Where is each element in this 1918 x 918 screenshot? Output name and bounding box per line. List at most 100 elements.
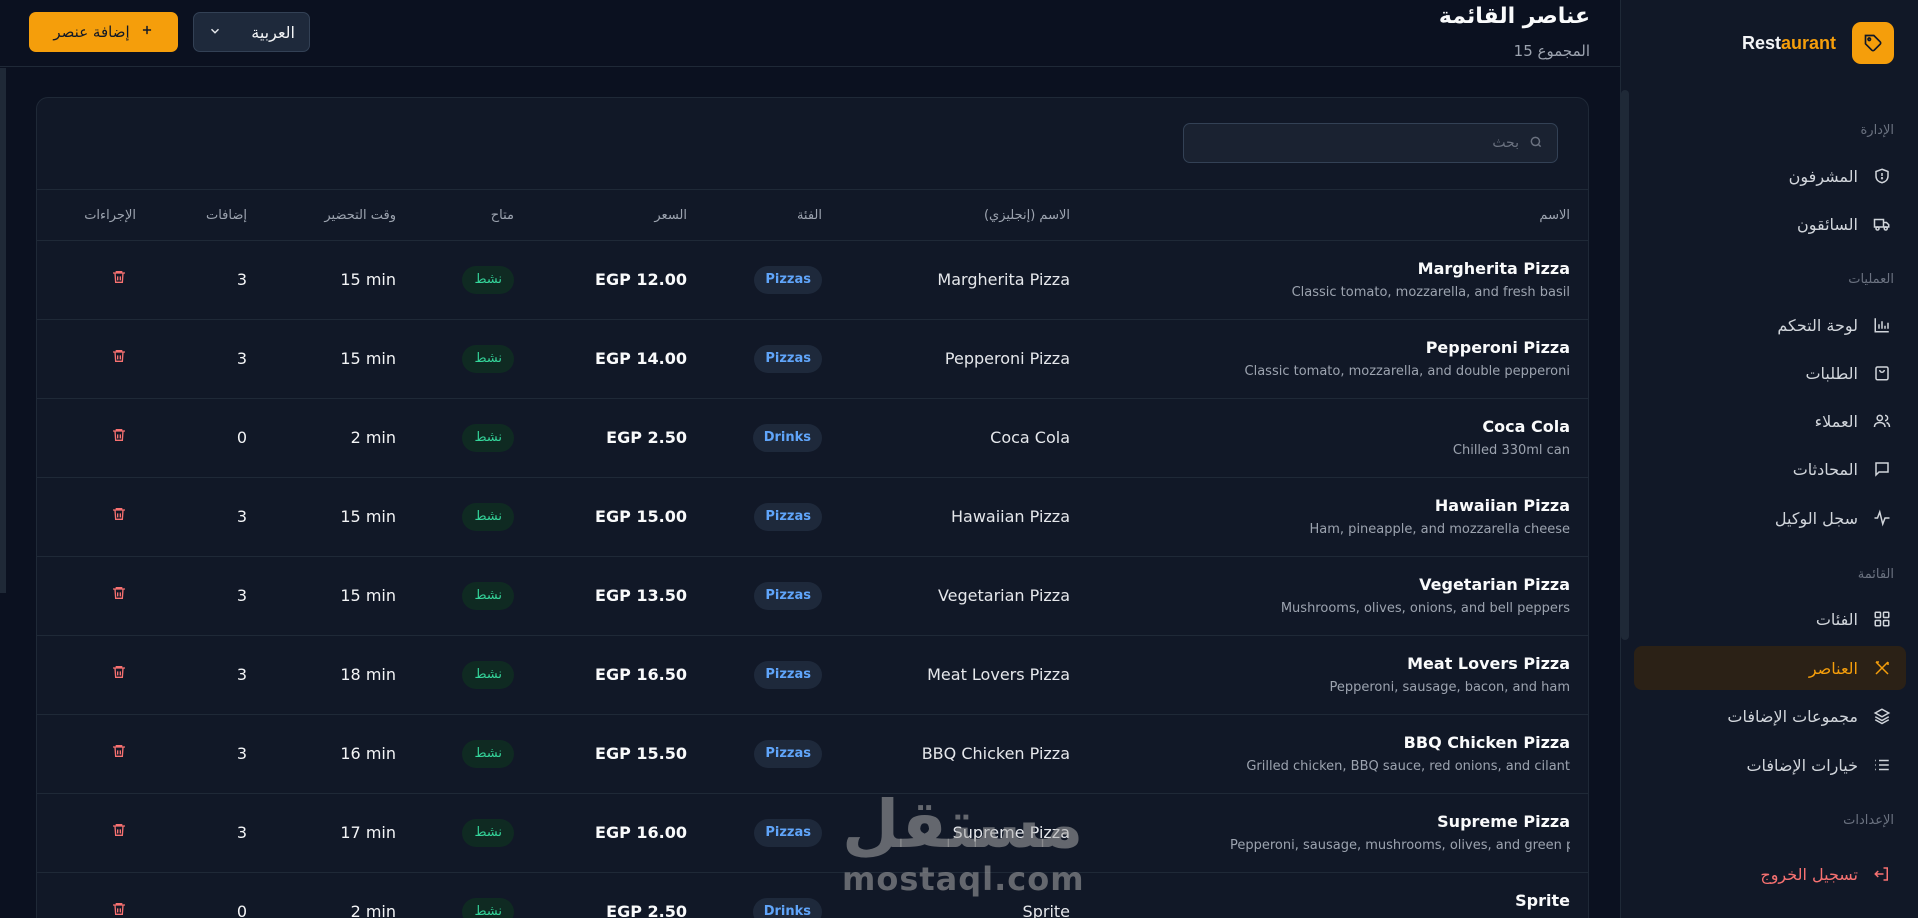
grid-icon [1872, 609, 1892, 629]
sidebar-item-items[interactable]: العناصر [1634, 646, 1906, 690]
item-name-en: Meat Lovers Pizza [927, 665, 1070, 684]
table-row[interactable]: Margherita Pizza Classic tomato, mozzare… [37, 241, 1588, 320]
sidebar-item-dashboard[interactable]: لوحة التحكم [1634, 303, 1906, 347]
category-badge: Drinks [752, 424, 822, 452]
item-price: EGP 2.50 [606, 428, 687, 447]
sidebar-item-addon-options[interactable]: خيارات الإضافات [1634, 743, 1906, 787]
sidebar-item-label: الطلبات [1805, 363, 1858, 383]
item-name: Sprite [1515, 891, 1570, 910]
sidebar-item-admins[interactable]: المشرفون [1634, 154, 1906, 198]
item-description: Ham, pineapple, and mozzarella cheese [1309, 522, 1570, 537]
status-badge[interactable]: نشط [462, 819, 514, 847]
item-price: EGP 16.00 [595, 823, 687, 842]
category-badge: Pizzas [754, 345, 822, 373]
trash-icon [113, 271, 125, 283]
category-badge: Pizzas [754, 503, 822, 531]
sidebar-item-label: خيارات الإضافات [1746, 755, 1858, 775]
status-badge[interactable]: نشط [462, 661, 514, 689]
message-icon [1872, 459, 1892, 479]
item-name: Hawaiian Pizza [1434, 496, 1570, 515]
logout-button[interactable]: تسجيل الخروج [1634, 852, 1906, 896]
table-row[interactable]: Sprite Sprite Drinks EGP 2.50 نشط 2 min … [37, 873, 1588, 918]
delete-button[interactable] [107, 585, 127, 605]
item-name: Margherita Pizza [1417, 259, 1570, 278]
sidebar-item-orders[interactable]: الطلبات [1634, 351, 1906, 395]
add-item-button[interactable]: إضافة عنصر [29, 12, 178, 52]
language-select[interactable]: العربية [193, 12, 310, 52]
brand[interactable]: Restaurant [1742, 22, 1894, 64]
sidebar-item-agent-log[interactable]: سجل الوكيل [1634, 496, 1906, 540]
trash-icon [113, 508, 125, 520]
plus-icon [140, 23, 154, 41]
column-actions: الإجراءات [84, 208, 136, 223]
addons-count: 3 [236, 270, 247, 289]
delete-button[interactable] [107, 506, 127, 526]
addons-count: 3 [236, 744, 247, 763]
status-badge[interactable]: نشط [462, 582, 514, 610]
delete-button[interactable] [107, 743, 127, 763]
table-header: الاسم الاسم (إنجليزي) الفئة السعر متاح و… [37, 189, 1588, 241]
item-description: Classic tomato, mozzarella, and double p… [1244, 364, 1570, 379]
item-name-en: BBQ Chicken Pizza [921, 744, 1070, 763]
trash-icon [113, 745, 125, 757]
delete-button[interactable] [107, 269, 127, 289]
search-input[interactable]: بحث [1183, 123, 1558, 163]
sidebar: Restaurant الإدارة المشرفون السائقون الع… [1620, 0, 1918, 918]
status-badge[interactable]: نشط [462, 266, 514, 294]
sidebar-item-customers[interactable]: العملاء [1634, 399, 1906, 443]
prep-time: 2 min [350, 902, 396, 918]
item-name-en: Coca Cola [990, 428, 1070, 447]
item-price: EGP 15.00 [595, 507, 687, 526]
status-badge[interactable]: نشط [462, 503, 514, 531]
category-badge: Pizzas [754, 582, 822, 610]
page-scrollbar[interactable] [0, 68, 6, 593]
language-label: العربية [251, 22, 295, 42]
sidebar-item-label: المشرفون [1788, 166, 1858, 186]
delete-button[interactable] [107, 348, 127, 368]
section-settings: الإعدادات [1843, 813, 1894, 828]
column-category: الفئة [796, 208, 822, 223]
delete-button[interactable] [107, 822, 127, 842]
status-badge[interactable]: نشط [462, 740, 514, 768]
table-row[interactable]: Vegetarian Pizza Mushrooms, olives, onio… [37, 557, 1588, 636]
bar-chart-icon [1872, 315, 1892, 335]
sidebar-item-label: العناصر [1808, 658, 1858, 678]
sidebar-item-conversations[interactable]: المحادثات [1634, 447, 1906, 491]
table-row[interactable]: Coca Cola Chilled 330ml can Coca Cola Dr… [37, 399, 1588, 478]
logout-label: تسجيل الخروج [1760, 864, 1858, 884]
status-badge[interactable]: نشط [462, 424, 514, 452]
delete-button[interactable] [107, 427, 127, 447]
table-row[interactable]: Meat Lovers Pizza Pepperoni, sausage, ba… [37, 636, 1588, 715]
item-price: EGP 12.00 [595, 270, 687, 289]
status-badge[interactable]: نشط [462, 345, 514, 373]
column-available: متاح [490, 208, 514, 223]
prep-time: 2 min [350, 428, 396, 447]
sidebar-item-label: مجموعات الإضافات [1727, 706, 1858, 726]
table-row[interactable]: Hawaiian Pizza Ham, pineapple, and mozza… [37, 478, 1588, 557]
table-row[interactable]: Supreme Pizza Pepperoni, sausage, mushro… [37, 794, 1588, 873]
activity-icon [1872, 508, 1892, 528]
sidebar-scrollbar[interactable] [1621, 90, 1629, 640]
layers-icon [1872, 706, 1892, 726]
addons-count: 3 [236, 586, 247, 605]
item-price: EGP 13.50 [595, 586, 687, 605]
brand-name-main: Rest [1741, 32, 1781, 53]
sidebar-item-addon-groups[interactable]: مجموعات الإضافات [1634, 694, 1906, 738]
search-icon [1529, 134, 1543, 153]
column-addons: إضافات [205, 208, 247, 223]
table-row[interactable]: BBQ Chicken Pizza Grilled chicken, BBQ s… [37, 715, 1588, 794]
utensils-icon [1872, 658, 1892, 678]
status-badge[interactable]: نشط [462, 898, 514, 918]
sidebar-item-drivers[interactable]: السائقون [1634, 202, 1906, 246]
table-row[interactable]: Pepperoni Pizza Classic tomato, mozzarel… [37, 320, 1588, 399]
addons-count: 3 [236, 823, 247, 842]
item-price: EGP 2.50 [606, 902, 687, 918]
logout-icon [1872, 864, 1892, 884]
prep-time: 15 min [340, 507, 396, 526]
delete-button[interactable] [107, 664, 127, 684]
trash-icon [113, 666, 125, 678]
delete-button[interactable] [107, 901, 127, 918]
prep-time: 15 min [340, 270, 396, 289]
category-badge: Drinks [752, 898, 822, 918]
sidebar-item-categories[interactable]: الفئات [1634, 597, 1906, 641]
